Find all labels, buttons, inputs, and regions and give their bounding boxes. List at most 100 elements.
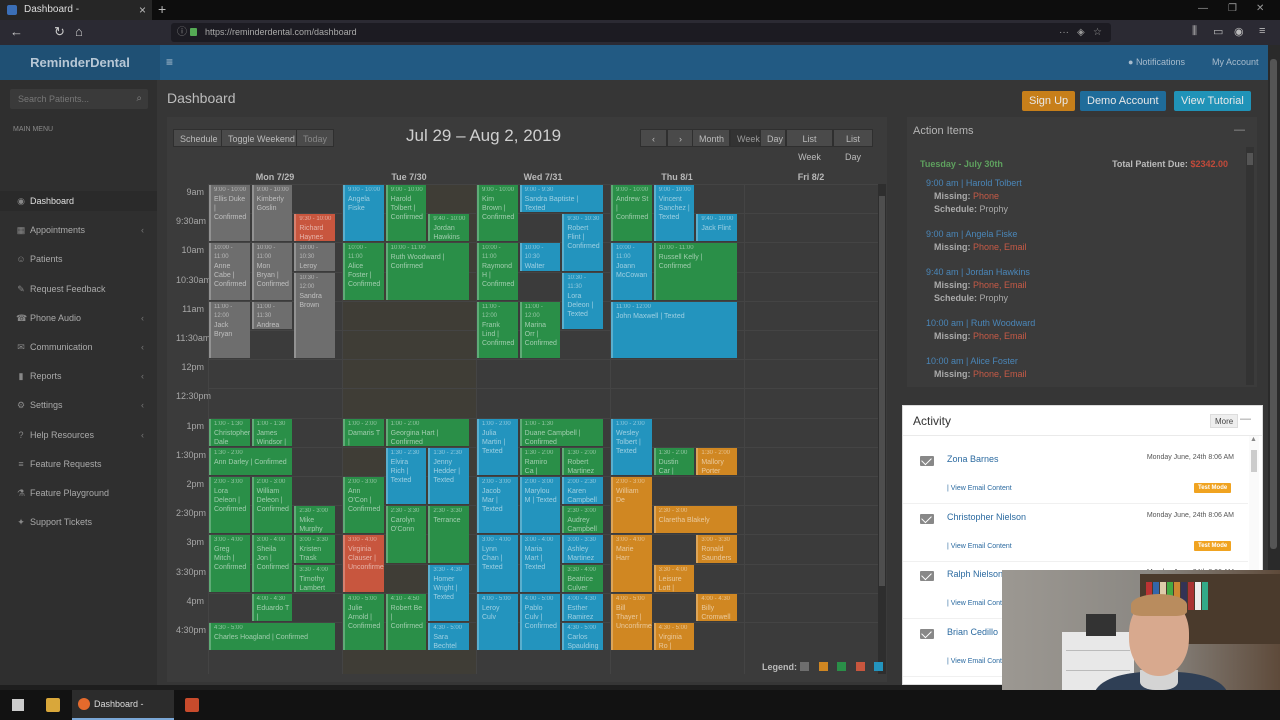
appointment-event[interactable]: 4:30 - 5:00 Carlos Spaulding [562,623,603,651]
appointment-event[interactable]: 4:30 - 5:00 Charles Hoagland | Confirmed [209,623,335,651]
sidebar-item-settings[interactable]: ⚙ Settings ‹ [0,395,157,415]
appointment-event[interactable]: 1:30 - 2:00 Robert Martinez [562,447,603,475]
activity-patient-name[interactable]: Brian Cedillo [947,627,998,637]
sidebar-item-feature-playground[interactable]: ⚗ Feature Playground [0,483,157,503]
appointment-event[interactable]: 4:00 - 4:30 Billy Cromwell [696,593,737,621]
activity-patient-name[interactable]: Zona Barnes [947,454,999,464]
close-tab-icon[interactable]: × [139,0,146,20]
appointment-event[interactable]: 4:00 - 5:00 Leroy Culv [477,593,518,651]
appointment-event[interactable]: 3:00 - 4:00 Lynn Chan | Texted [477,535,518,592]
new-tab-icon[interactable]: + [158,0,166,18]
appointment-event[interactable]: 1:30 - 2:00 Ann Darley | Confirmed [209,447,293,475]
activity-patient-name[interactable]: Christopher Nielson [947,512,1026,522]
view-month-button[interactable]: Month [692,129,730,147]
next-week-button[interactable]: › [667,129,694,147]
appointment-event[interactable]: 9:00 - 10:00 Kim Brown | Confirmed [477,185,518,242]
appointment-event[interactable]: 11:00 - 11:30 Andrea Bu [251,301,293,329]
action-entry-link[interactable]: 10:00 am | Alice Foster [926,355,1027,368]
appointment-event[interactable]: 1:30 - 2:00 Dustin Car | Confirmed [653,447,695,475]
appointment-event[interactable]: 11:00 - 12:00 Marina Orr | Confirmed [519,301,561,359]
appointment-event[interactable]: 1:00 - 1:30 Christopher Dale [209,418,250,446]
appointment-event[interactable]: 9:00 - 10:00 Vincent Sanchez | Texted [653,185,695,242]
windows-start-icon[interactable] [12,699,24,711]
today-button[interactable]: Today [296,129,335,147]
minimize-icon[interactable]: — [1198,0,1208,18]
appointment-event[interactable]: 10:00 - 10:30 Walter Fisk [519,243,561,271]
appointment-event[interactable]: 4:30 - 5:00 Sara Bechtel [428,623,469,651]
action-entry-link[interactable]: 10:00 am | Ruth Woodward [926,317,1035,330]
demo-account-button[interactable]: Demo Account [1080,91,1166,111]
appointment-event[interactable]: 3:30 - 4:00 Timothy Lambert [294,564,335,592]
appointment-event[interactable]: 3:30 - 4:00 Beatrice Culver [562,564,603,592]
bookmark-star-icon[interactable]: ☆ [1093,23,1102,42]
library-icon[interactable]: ⫼ [1192,25,1197,38]
appointment-event[interactable]: 4:00 - 4:30 Eduardo T | Confirmed [251,593,293,621]
sidebar-item-dashboard[interactable]: ◉ Dashboard [0,191,157,211]
hamburger-menu-icon[interactable]: ≡ [166,55,173,69]
action-entry-link[interactable]: 9:40 am | Jordan Hawkins [926,266,1030,279]
appointment-event[interactable]: 3:00 - 3:30 Ashley Martinez [562,535,603,563]
pocket-icon[interactable]: ◈ [1077,23,1085,42]
appointment-event[interactable]: 2:30 - 3:00 Audrey Campbell [562,506,603,534]
appointment-event[interactable]: 3:00 - 4:00 Virginia Clauser | Unconfirme… [343,535,384,592]
appointment-event[interactable]: 4:00 - 5:00 Bill Thayer | Unconfirmed [611,593,652,651]
appointment-event[interactable]: 2:30 - 3:30 Carolyn O'Conn [385,506,427,563]
sidebar-item-appointments[interactable]: ▦ Appointments ‹ [0,220,157,240]
sidebar-item-help-resources[interactable]: ? Help Resources ‹ [0,425,157,445]
appointment-event[interactable]: 1:30 - 2:30 Jenny Hedder | Texted [428,447,469,505]
my-account-link[interactable]: My Account [1212,45,1259,80]
browser-menu-icon[interactable]: ≡ [1259,25,1265,37]
appointment-event[interactable]: 4:30 - 5:00 Virginia Ro | Confirmed [653,623,695,651]
appointment-event[interactable]: 3:30 - 4:30 Homer Wright | Texted [428,564,469,621]
appointment-event[interactable]: 3:00 - 4:00 Sheila Jon | Confirmed [251,535,293,592]
activity-patient-name[interactable]: Ralph Nielson [947,569,1003,579]
appointment-event[interactable]: 4:00 - 5:00 Julie Arnold | Confirmed [343,593,384,651]
restore-icon[interactable]: ❐ [1228,0,1237,18]
more-button[interactable]: More [1210,414,1239,428]
home-icon[interactable]: ⌂ [75,24,83,40]
appointment-event[interactable]: 9:30 - 10:30 Robert Flint | Confirmed [562,214,603,271]
appointment-event[interactable]: 2:00 - 3:00 Marylou M | Texted [519,477,561,534]
back-icon[interactable]: ← [10,24,23,40]
sidebar-item-reports[interactable]: ▮ Reports ‹ [0,366,157,386]
appointment-event[interactable]: 11:00 - 12:00 Jack Bryan [209,301,250,359]
appointment-event[interactable]: 2:30 - 3:00 Mike Murphy [294,506,335,534]
appointment-event[interactable]: 1:30 - 2:30 Elvira Rich | Texted [385,447,427,505]
appointment-event[interactable]: 3:00 - 4:00 Greg Mitch | Confirmed [209,535,250,592]
appointment-event[interactable]: 1:00 - 2:00 Julia Martin | Texted [477,418,518,475]
action-entry-link[interactable]: 9:00 am | Angela Fiske [926,228,1027,241]
appointment-event[interactable]: 2:00 - 3:00 William De [611,477,652,534]
appointment-event[interactable]: 9:00 - 10:00 Angela Fiske [343,185,384,242]
appointment-event[interactable]: 3:00 - 3:30 Kristen Trask [294,535,335,563]
patient-search-input[interactable]: Search Patients... ⌕ [10,89,148,109]
view-list-day-button[interactable]: List Day [833,129,873,162]
appointment-event[interactable]: 10:00 - 11:00 Raymond H | Confirmed [477,243,518,300]
close-window-icon[interactable]: ✕ [1256,0,1264,18]
view-email-content-link[interactable]: | View Email Content [947,485,1012,492]
search-icon[interactable]: ⌕ [136,89,142,109]
sidebar-item-support-tickets[interactable]: ✦ Support Tickets [0,512,157,532]
appointment-event[interactable]: 10:00 - 11:00 Ruth Woodward | Confirmed [385,243,469,300]
appointment-event[interactable]: 10:30 - 11:30 Lora Deleon | Texted [562,272,603,329]
reload-icon[interactable]: ↻ [54,24,65,40]
appointment-event[interactable]: 3:00 - 4:00 Marie Harr [611,535,652,592]
appointment-event[interactable]: 10:00 - 11:00 Joann McCowan [611,243,652,300]
appointment-event[interactable]: 4:00 - 4:30 Esther Ramirez [562,593,603,621]
appointment-event[interactable]: 10:00 - 11:00 Alice Foster | Confirmed [343,243,384,300]
appointment-event[interactable]: 2:00 - 2:30 Karen Campbell [562,477,603,505]
appointment-event[interactable]: 10:30 - 12:00 Sandra Brown [294,272,335,359]
appointment-event[interactable]: 3:30 - 4:00 Leisure Lott | Unconfirmed [653,564,695,592]
view-day-button[interactable]: Day [760,129,786,147]
sidebar-toggle-icon[interactable]: ▭ [1213,25,1223,38]
appointment-event[interactable]: 9:00 - 10:00 Harold Tolbert | Confirmed [385,185,427,242]
view-week-button[interactable]: Week [730,129,760,147]
appointment-event[interactable]: 4:00 - 5:00 Pablo Culv | Confirmed [519,593,561,651]
appointment-event[interactable]: 10:00 - 11:00 Mon Bryan | Confirmed [251,243,293,300]
appointment-event[interactable]: 2:00 - 3:00 William Deleon | Confirmed [251,477,293,534]
calendar-scrollbar[interactable] [878,184,886,674]
sidebar-item-patients[interactable]: ☺ Patients [0,249,157,269]
file-explorer-icon[interactable] [46,698,60,712]
appointment-event[interactable]: 2:30 - 3:00 Claretha Blakely [653,506,737,534]
appointment-event[interactable]: 1:30 - 2:00 Ramiro Ca | Confirmed [519,447,561,475]
view-list-week-button[interactable]: List Week [786,129,833,162]
